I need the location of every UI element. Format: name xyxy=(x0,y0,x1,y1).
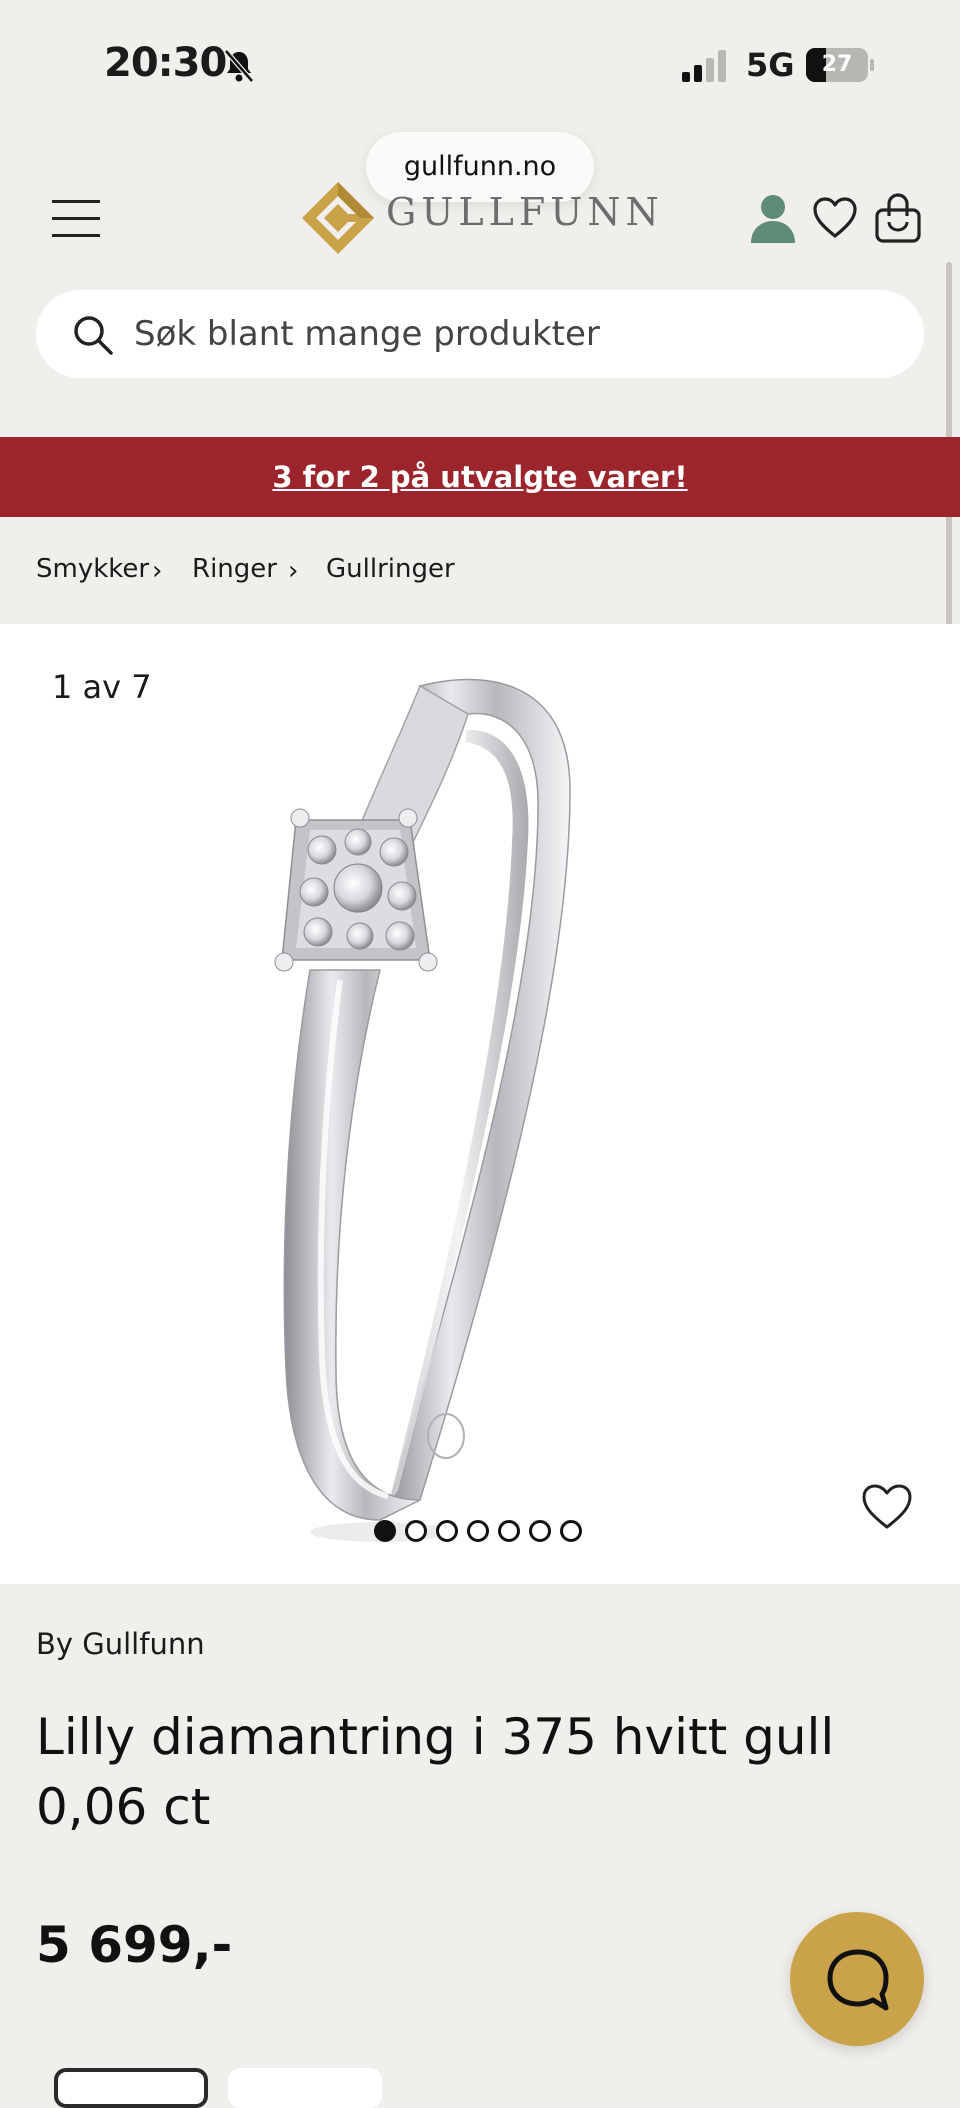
gallery-dot-3[interactable] xyxy=(436,1520,458,1542)
chevron-right-icon: › xyxy=(152,556,163,586)
gallery-dot-4[interactable] xyxy=(467,1520,489,1542)
heart-icon[interactable] xyxy=(812,196,858,240)
account-icon[interactable] xyxy=(750,193,796,243)
status-time: 20:30 xyxy=(104,40,227,86)
battery-level: 27 xyxy=(821,52,853,77)
breadcrumb-item-gullringer[interactable]: Gullringer xyxy=(326,554,455,584)
gallery-counter: 1 av 7 xyxy=(52,668,152,706)
menu-icon[interactable] xyxy=(52,198,100,240)
breadcrumb-item-ringer[interactable]: Ringer xyxy=(192,554,277,584)
gallery-dot-5[interactable] xyxy=(498,1520,520,1542)
chevron-right-icon: › xyxy=(288,556,299,586)
product-image[interactable] xyxy=(270,670,690,1550)
variant-thumbnail-1[interactable] xyxy=(54,2068,208,2108)
favorite-heart-icon[interactable] xyxy=(860,1482,914,1532)
signal-icon xyxy=(682,50,726,82)
breadcrumb-item-smykker[interactable]: Smykker xyxy=(36,554,149,584)
product-title: Lilly diamantring i 375 hvitt gull 0,06 … xyxy=(36,1708,835,1836)
chat-icon xyxy=(827,1949,889,2011)
bell-muted-icon xyxy=(224,49,254,83)
logo-text[interactable]: GULLFUNN xyxy=(386,190,664,234)
gallery-dot-1[interactable] xyxy=(374,1520,396,1542)
gallery-dot-7[interactable] xyxy=(560,1520,582,1542)
promo-link[interactable]: 3 for 2 på utvalgte varer! xyxy=(0,437,960,517)
gallery-dot-2[interactable] xyxy=(405,1520,427,1542)
gallery-dot-6[interactable] xyxy=(529,1520,551,1542)
search-icon xyxy=(74,316,113,355)
network-label: 5G xyxy=(746,46,795,84)
product-brand[interactable]: By Gullfunn xyxy=(36,1627,205,1661)
product-price: 5 699,- xyxy=(36,1916,233,1974)
logo-icon[interactable] xyxy=(300,180,376,256)
cart-icon[interactable] xyxy=(874,192,922,244)
search-placeholder[interactable]: Søk blant mange produkter xyxy=(134,312,600,356)
variant-thumbnail-2[interactable] xyxy=(228,2068,382,2108)
